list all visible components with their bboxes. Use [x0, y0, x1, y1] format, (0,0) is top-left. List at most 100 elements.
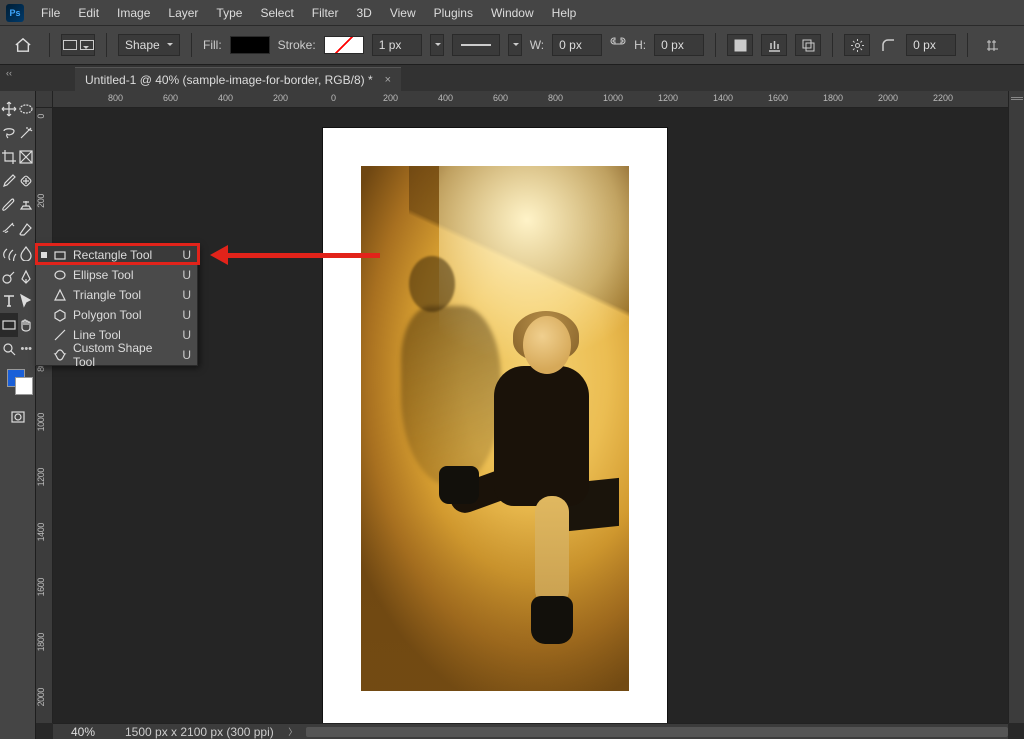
canvas-stage[interactable]	[53, 108, 1008, 723]
image-layer	[361, 166, 629, 691]
fill-label: Fill:	[203, 38, 222, 52]
menu-layer[interactable]: Layer	[159, 2, 207, 24]
zoom-tool[interactable]	[0, 337, 18, 361]
background-color[interactable]	[15, 377, 33, 395]
rounded-corners-icon[interactable]	[878, 34, 898, 56]
vertical-ruler[interactable]: 0200400600800100012001400160018002000	[36, 108, 53, 723]
path-arrangement-button[interactable]	[795, 34, 821, 56]
eyedropper-tool[interactable]	[0, 169, 18, 193]
menu-help[interactable]: Help	[543, 2, 586, 24]
flyout-item-label: Line Tool	[73, 328, 176, 342]
align-edges-button[interactable]	[979, 34, 1005, 56]
selected-dot-icon	[41, 332, 47, 338]
selected-dot-icon	[41, 272, 47, 278]
hand-tool[interactable]	[18, 313, 36, 337]
zoom-level-input[interactable]: 40%	[53, 725, 113, 739]
edit-toolbar-button[interactable]: •••	[18, 337, 36, 361]
panel-grip-icon[interactable]	[1011, 97, 1023, 100]
menu-filter[interactable]: Filter	[303, 2, 348, 24]
crop-tool[interactable]	[0, 145, 18, 169]
corner-radius-input[interactable]: 0 px	[906, 34, 956, 56]
flyout-item-custom[interactable]: Custom Shape ToolU	[36, 345, 197, 365]
document-tab[interactable]: Untitled-1 @ 40% (sample-image-for-borde…	[75, 67, 401, 91]
frame-tool[interactable]	[18, 145, 36, 169]
tools-panel: •••	[0, 91, 35, 739]
type-tool[interactable]	[0, 289, 18, 313]
link-wh-icon[interactable]	[610, 37, 626, 54]
menu-bar: Ps File Edit Image Layer Type Select Fil…	[0, 0, 1024, 26]
flyout-item-ellipse[interactable]: Ellipse Tool U	[36, 265, 197, 285]
fill-color-swatch[interactable]	[230, 36, 270, 54]
width-input[interactable]: 0 px	[552, 34, 602, 56]
custom-icon	[53, 348, 67, 362]
tool-preset-picker[interactable]	[61, 34, 95, 56]
shape-mode-dropdown[interactable]: Shape	[118, 34, 180, 56]
document-info[interactable]: 1500 px x 2100 px (300 ppi)	[113, 725, 286, 739]
menu-file[interactable]: File	[32, 2, 69, 24]
pen-tool[interactable]	[18, 265, 36, 289]
path-selection-tool[interactable]	[18, 289, 36, 313]
selected-dot-icon	[41, 352, 47, 358]
healing-brush-tool[interactable]	[18, 169, 36, 193]
flyout-item-shortcut: U	[182, 268, 191, 282]
ruler-origin[interactable]	[36, 91, 53, 108]
stroke-label: Stroke:	[278, 38, 316, 52]
brush-tool[interactable]	[0, 193, 18, 217]
magic-wand-tool[interactable]	[18, 121, 36, 145]
horizontal-ruler[interactable]: 8006004002000200400600800100012001400160…	[53, 91, 1008, 108]
home-button[interactable]	[8, 32, 38, 58]
selected-dot-icon	[41, 312, 47, 318]
stroke-width-dropdown[interactable]	[430, 34, 444, 56]
flyout-item-shortcut: U	[182, 308, 191, 322]
doc-info-caret-icon[interactable]: 〉	[286, 725, 300, 739]
menu-plugins[interactable]: Plugins	[425, 2, 482, 24]
gear-options-button[interactable]	[844, 34, 870, 56]
stroke-style-caret[interactable]	[508, 34, 522, 56]
width-label: W:	[530, 38, 544, 52]
menu-edit[interactable]: Edit	[69, 2, 108, 24]
clone-stamp-tool[interactable]	[18, 193, 36, 217]
dodge-tool[interactable]	[0, 265, 18, 289]
flyout-item-tri[interactable]: Triangle Tool U	[36, 285, 197, 305]
horizontal-scrollbar[interactable]	[306, 726, 1008, 738]
shape-tool-flyout: Rectangle ToolUEllipse ToolUTriangle Too…	[35, 244, 198, 366]
blur-tool[interactable]	[18, 241, 36, 265]
canvas-area: 8006004002000200400600800100012001400160…	[35, 91, 1024, 739]
height-label: H:	[634, 38, 646, 52]
path-alignment-button[interactable]	[761, 34, 787, 56]
color-swatches[interactable]	[9, 371, 27, 401]
gradient-tool[interactable]	[0, 241, 18, 265]
flyout-item-shortcut: U	[182, 248, 191, 262]
stroke-style-dropdown[interactable]	[452, 34, 500, 56]
history-brush-tool[interactable]	[0, 217, 18, 241]
menu-type[interactable]: Type	[207, 2, 251, 24]
menu-image[interactable]: Image	[108, 2, 159, 24]
menu-view[interactable]: View	[381, 2, 425, 24]
height-input[interactable]: 0 px	[654, 34, 704, 56]
eraser-tool[interactable]	[18, 217, 36, 241]
flyout-item-poly[interactable]: Polygon ToolU	[36, 305, 197, 325]
stroke-color-swatch[interactable]	[324, 36, 364, 54]
tri-icon	[53, 288, 67, 302]
menu-window[interactable]: Window	[482, 2, 543, 24]
close-tab-icon[interactable]: ×	[385, 74, 391, 86]
flyout-item-rect[interactable]: Rectangle Tool U	[36, 245, 197, 265]
document-canvas[interactable]	[323, 128, 667, 723]
panel-collapse-icon[interactable]: ‹‹	[6, 68, 12, 78]
flyout-item-label: Custom Shape Tool	[73, 341, 176, 369]
menu-3d[interactable]: 3D	[347, 2, 380, 24]
rectangle-tool[interactable]	[0, 313, 18, 337]
menu-select[interactable]: Select	[251, 2, 302, 24]
flyout-item-shortcut: U	[182, 288, 191, 302]
marquee-tool[interactable]	[18, 97, 36, 121]
path-operations-button[interactable]	[727, 34, 753, 56]
flyout-item-label: Triangle Tool	[73, 288, 176, 302]
line-icon	[53, 328, 67, 342]
flyout-item-label: Rectangle Tool	[73, 248, 176, 262]
move-tool[interactable]	[0, 97, 18, 121]
quick-mask-button[interactable]	[0, 405, 35, 429]
stroke-width-input[interactable]: 1 px	[372, 34, 422, 56]
lasso-tool[interactable]	[0, 121, 18, 145]
flyout-item-label: Ellipse Tool	[73, 268, 176, 282]
right-panel-collapsed[interactable]	[1008, 91, 1024, 723]
